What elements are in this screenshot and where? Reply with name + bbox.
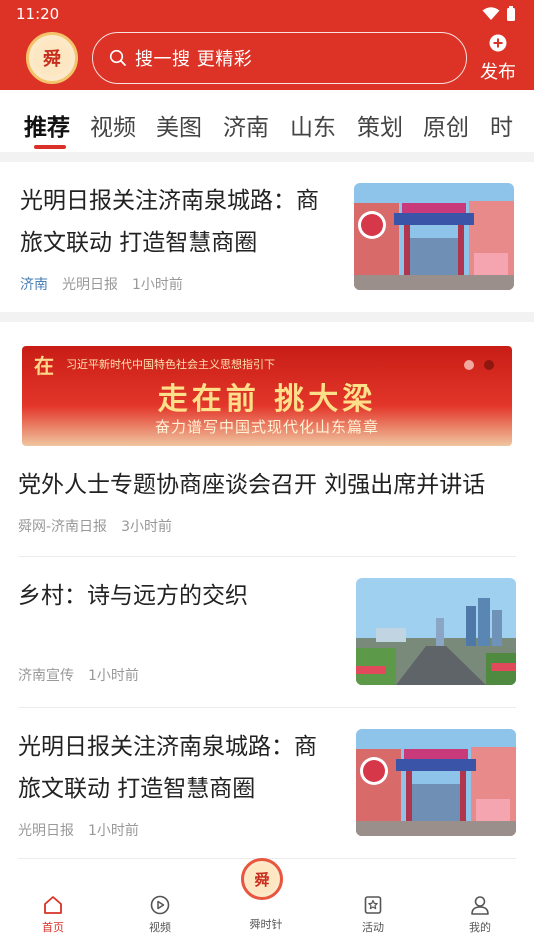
- nav-video-label: 视频: [149, 921, 171, 934]
- battery-icon: [507, 6, 515, 21]
- article-time: 3小时前: [121, 519, 172, 535]
- search-icon: [109, 49, 126, 66]
- nav-home[interactable]: 首页: [23, 894, 83, 935]
- tab-shandong[interactable]: 山东: [290, 108, 336, 142]
- status-time: 11:20: [16, 5, 60, 23]
- nav-activity[interactable]: 活动: [343, 894, 403, 935]
- nav-shunshizhen-label: 舜时针: [249, 918, 283, 931]
- play-icon: [150, 895, 170, 915]
- nav-mine-label: 我的: [469, 921, 491, 934]
- person-icon: [471, 896, 489, 915]
- channel-tabs: 推荐 视频 美图 济南 山东 策划 原创 时: [0, 90, 534, 152]
- article-source: 舜网-济南日报: [18, 519, 108, 535]
- shunwang-logo-icon: 舜: [34, 40, 70, 76]
- article-time: 1小时前: [88, 823, 139, 839]
- app-logo[interactable]: 舜: [26, 32, 78, 84]
- article-title-line: 光明日报关注济南泉城路：商: [20, 188, 319, 214]
- article-time: 1小时前: [132, 277, 183, 293]
- shunshizhen-logo[interactable]: 舜: [241, 858, 283, 900]
- article-title: 光明日报关注济南泉城路：商 旅文联动 打造智慧商圈: [20, 180, 350, 264]
- app-header: 11:20 舜 搜一搜 更精彩 发布: [0, 0, 534, 90]
- shunshizhen-logo-icon: 舜: [247, 864, 277, 894]
- add-circle-icon: [489, 34, 507, 52]
- tab-video[interactable]: 视频: [90, 108, 136, 142]
- star-icon: [364, 896, 382, 914]
- active-tab-indicator: [34, 145, 66, 149]
- svg-text:舜: 舜: [43, 48, 61, 70]
- status-icons: [482, 6, 516, 22]
- article-title-line: 旅文联动 打造智慧商圈: [18, 776, 256, 802]
- nav-activity-label: 活动: [362, 921, 384, 934]
- article-channel[interactable]: 济南: [20, 274, 48, 294]
- article-meta: 舜网-济南日报 3小时前: [18, 516, 172, 536]
- article-time: 1小时前: [88, 668, 139, 684]
- section-divider: [0, 152, 534, 162]
- tab-jinan[interactable]: 济南: [223, 108, 269, 142]
- svg-text:舜: 舜: [254, 871, 269, 889]
- article-source: 光明日报: [18, 823, 74, 839]
- street-gate-image: [356, 729, 516, 836]
- nav-home-label: 首页: [42, 921, 64, 934]
- article-title-line: 光明日报关注济南泉城路：商: [18, 734, 317, 760]
- search-bar[interactable]: 搜一搜 更精彩: [92, 32, 467, 84]
- article-title: 光明日报关注济南泉城路：商 旅文联动 打造智慧商圈: [18, 726, 348, 810]
- article-meta: 光明日报 1小时前: [18, 820, 139, 840]
- banner-subheadline: 奋力谱写中国式现代化山东篇章: [154, 418, 379, 436]
- carousel-dot-active[interactable]: [484, 360, 494, 370]
- article-meta: 济南宣传 1小时前: [18, 665, 139, 685]
- street-gate-image: [354, 183, 514, 290]
- wifi-icon: [482, 7, 500, 20]
- article-title: 党外人士专题协商座谈会召开 刘强出席并讲话: [18, 472, 486, 498]
- article-source: 济南宣传: [18, 668, 74, 684]
- tab-pictures[interactable]: 美图: [156, 108, 202, 142]
- banner-small-text: 习近平新时代中国特色社会主义思想指引下: [66, 358, 275, 371]
- tab-recommend[interactable]: 推荐: [24, 108, 70, 142]
- status-bar: 11:20: [0, 0, 534, 28]
- article-title-line: 旅文联动 打造智慧商圈: [20, 230, 258, 256]
- banner-headline: 走在前 挑大梁: [157, 382, 377, 417]
- list-divider: [18, 707, 516, 708]
- city-skyline-image: [356, 578, 516, 685]
- article-title: 乡村：诗与远方的交织: [18, 583, 248, 609]
- home-icon: [44, 896, 62, 914]
- promo-banner[interactable]: 在 习近平新时代中国特色社会主义思想指引下 走在前 挑大梁 奋力谱写中国式现代化…: [22, 346, 512, 446]
- article-meta: 济南 光明日报 1小时前: [20, 274, 183, 294]
- article-source: 光明日报: [62, 277, 118, 293]
- publish-button[interactable]: 发布: [476, 34, 520, 84]
- nav-shunshizhen[interactable]: 舜时针: [236, 916, 296, 932]
- nav-video[interactable]: 视频: [130, 894, 190, 935]
- tab-planning[interactable]: 策划: [357, 108, 403, 142]
- search-placeholder: 搜一搜 更精彩: [135, 49, 253, 70]
- tab-current[interactable]: 时: [490, 108, 513, 142]
- publish-label: 发布: [480, 62, 516, 83]
- list-divider: [18, 556, 516, 557]
- section-divider: [0, 312, 534, 322]
- nav-mine[interactable]: 我的: [450, 894, 510, 935]
- carousel-dot[interactable]: [464, 360, 474, 370]
- tab-original[interactable]: 原创: [423, 108, 469, 142]
